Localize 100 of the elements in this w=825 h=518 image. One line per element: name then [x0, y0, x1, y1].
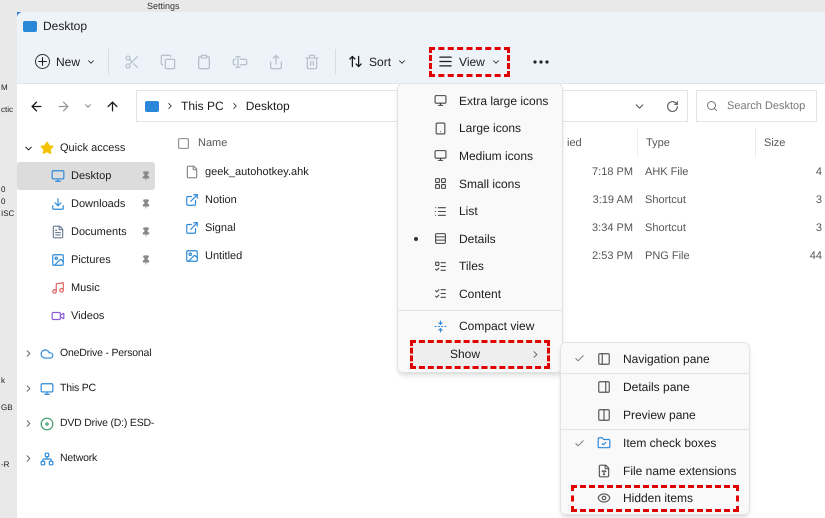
shortcut-icon — [185, 193, 199, 207]
view-button[interactable]: View — [429, 46, 510, 76]
sidebar-item[interactable]: OneDrive - Personal — [17, 336, 155, 371]
menu-item[interactable]: Medium icons — [398, 142, 562, 170]
date-cell-text: 3:34 PM — [591, 220, 634, 236]
menu-item[interactable]: Preview pane — [561, 401, 749, 428]
type-cell-text: AHK File — [644, 164, 690, 180]
refresh-icon[interactable] — [666, 100, 679, 112]
date-cell-text: 3:19 AM — [592, 192, 634, 208]
panel-icon — [597, 380, 611, 394]
view-icon — [438, 54, 454, 69]
more-icon — [532, 60, 549, 64]
menu-item[interactable]: Tiles — [398, 252, 562, 280]
tiles-icon — [434, 260, 447, 273]
path-segment[interactable]: Desktop — [246, 97, 290, 115]
delete-icon — [304, 54, 320, 70]
menu-item[interactable]: Small icons — [398, 170, 562, 198]
date-cell-text: 7:18 PM — [591, 164, 634, 180]
list-icon — [434, 204, 447, 218]
picture-icon — [51, 253, 65, 267]
file-name[interactable]: Signal — [205, 220, 236, 236]
monitor-icon — [434, 94, 447, 108]
sidebar-item[interactable]: DVD Drive (D:) ESD- — [17, 406, 155, 441]
sidebar-label: Network — [60, 450, 98, 466]
size-cell-text: 4 — [814, 164, 823, 180]
desktop-icon — [51, 169, 65, 183]
menu-item[interactable]: Details — [398, 224, 562, 253]
music-icon — [51, 281, 65, 295]
network-icon — [40, 452, 54, 466]
cut-icon — [124, 54, 140, 70]
grid-icon — [434, 177, 447, 190]
new-button[interactable]: New — [29, 46, 102, 76]
desktop-folder-icon — [23, 20, 37, 32]
content-icon — [434, 287, 447, 300]
menu-item[interactable]: Details pane — [561, 374, 749, 401]
file-name[interactable]: Notion — [205, 192, 237, 208]
sidebar-label: Quick access — [60, 140, 126, 156]
folder-check-icon — [597, 436, 611, 450]
download-icon — [51, 197, 65, 211]
panel-icon — [597, 408, 611, 422]
sidebar-item[interactable]: Quick access — [17, 134, 155, 162]
sidebar-item[interactable]: Pictures — [17, 246, 155, 274]
panel-icon — [597, 352, 611, 366]
sidebar-item[interactable]: Videos — [17, 302, 155, 330]
image-file-icon — [185, 249, 199, 263]
path-segment[interactable]: This PC — [181, 97, 224, 115]
background-text: k — [0, 375, 6, 387]
forward-icon[interactable] — [56, 98, 71, 114]
background-text: GB — [0, 402, 14, 414]
column-header[interactable]: Type — [637, 128, 755, 158]
sidebar-item[interactable]: Network — [17, 441, 155, 476]
sidebar-item[interactable]: Desktop — [17, 162, 155, 190]
back-icon[interactable] — [29, 98, 44, 114]
background-text: ctic — [0, 104, 14, 116]
file-name[interactable]: Untitled — [205, 248, 242, 264]
paste-icon — [196, 54, 212, 70]
menu-item[interactable]: File name extensions — [561, 457, 749, 484]
monitor-icon — [40, 382, 54, 396]
star-icon — [40, 141, 54, 155]
sort-icon — [348, 54, 364, 69]
background-text: 0 — [0, 196, 6, 208]
desktop-folder-icon — [145, 100, 159, 112]
search-icon — [706, 100, 718, 112]
monitor-icon — [434, 149, 447, 162]
menu-item[interactable]: Item check boxes — [561, 430, 749, 457]
sidebar-item[interactable]: Documents — [17, 218, 155, 246]
sidebar-item[interactable]: Music — [17, 274, 155, 302]
checkbox-icon[interactable] — [177, 136, 190, 150]
sidebar-label: DVD Drive (D:) ESD- — [60, 416, 154, 431]
file-name[interactable]: geek_autohotkey.ahk — [205, 164, 309, 180]
background-window-title: Settings — [147, 0, 180, 12]
up-icon[interactable] — [105, 98, 120, 114]
menu-item[interactable]: Hidden items — [571, 484, 739, 512]
menu-item[interactable]: Show — [410, 340, 550, 369]
window-title: Desktop — [43, 18, 88, 35]
video-icon — [51, 309, 65, 323]
background-text: M — [0, 82, 9, 94]
type-cell-text: PNG File — [644, 248, 691, 264]
sidebar-label: This PC — [60, 380, 96, 396]
lines-icon — [434, 232, 447, 246]
column-header[interactable]: Size — [755, 128, 825, 158]
document-icon — [51, 225, 65, 239]
disc-icon — [40, 416, 54, 430]
type-cell-text: Shortcut — [644, 220, 687, 236]
sidebar-item[interactable]: Downloads — [17, 190, 155, 218]
sort-button[interactable]: Sort — [342, 46, 414, 76]
sidebar-item[interactable]: This PC — [17, 371, 155, 406]
menu-item[interactable]: List — [398, 197, 562, 225]
menu-item[interactable]: Extra large icons — [398, 87, 562, 115]
check-icon — [574, 438, 584, 449]
search-field[interactable]: Search Desktop — [696, 90, 817, 122]
eye-icon — [597, 491, 611, 506]
date-cell-text: 2:53 PM — [591, 248, 634, 264]
menu-item[interactable]: Content — [398, 280, 562, 308]
menu-item[interactable]: Large icons — [398, 114, 562, 142]
size-cell-text: 44 — [808, 248, 823, 264]
menu-item[interactable]: Navigation pane — [561, 345, 749, 372]
shortcut-icon — [185, 221, 199, 235]
sidebar-label: OneDrive - Personal — [60, 346, 152, 361]
menu-item[interactable]: Compact view — [398, 312, 562, 340]
